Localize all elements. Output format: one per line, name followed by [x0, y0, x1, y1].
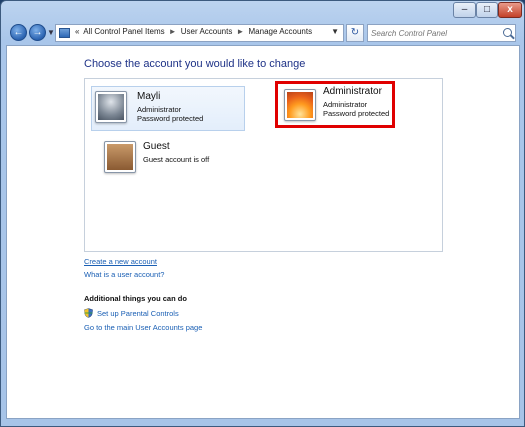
- page-title: Choose the account you would like to cha…: [84, 58, 306, 70]
- navigation-bar: ← → ▼ « All Control Panel Items ► User Ac…: [1, 22, 524, 44]
- search-icon[interactable]: [503, 28, 512, 37]
- parental-controls-link[interactable]: Set up Parental Controls: [97, 309, 179, 318]
- search-box[interactable]: [367, 24, 516, 42]
- account-administrator[interactable]: Administrator Administrator Password pro…: [275, 81, 395, 128]
- account-mayli[interactable]: Mayli Administrator Password protected: [91, 86, 245, 131]
- breadcrumb-user-accounts[interactable]: User Accounts: [181, 27, 233, 36]
- what-is-user-account-link[interactable]: What is a user account?: [84, 270, 164, 279]
- breadcrumb-separator[interactable]: ►: [236, 27, 244, 36]
- robot-figure-icon: [98, 94, 124, 120]
- close-button[interactable]: x: [498, 2, 522, 18]
- address-bar[interactable]: « All Control Panel Items ► User Accounts…: [55, 24, 344, 42]
- search-input[interactable]: [371, 27, 499, 39]
- account-name: Guest: [143, 141, 170, 152]
- breadcrumb-all-control-panel-items[interactable]: All Control Panel Items: [83, 27, 164, 36]
- back-button[interactable]: ←: [10, 24, 27, 41]
- account-picture: [95, 91, 127, 123]
- maximize-button[interactable]: □: [476, 2, 498, 18]
- additional-tasks-heading: Additional things you can do: [84, 294, 187, 303]
- content-pane: Choose the account you would like to cha…: [6, 45, 520, 419]
- account-picture: [284, 89, 316, 121]
- breadcrumb-manage-accounts[interactable]: Manage Accounts: [249, 27, 313, 36]
- shield-icon: [84, 308, 93, 318]
- account-status: Password protected: [323, 109, 390, 118]
- control-panel-window: – □ x ← → ▼ « All Control Panel Items ► U…: [0, 0, 525, 427]
- refresh-button[interactable]: ↻: [346, 24, 364, 42]
- breadcrumb-overflow[interactable]: «: [75, 27, 79, 36]
- account-type: Guest account is off: [143, 155, 210, 164]
- control-panel-icon: [59, 28, 70, 38]
- title-bar: – □ x: [1, 1, 524, 21]
- breadcrumb-separator[interactable]: ►: [169, 27, 177, 36]
- account-status: Password protected: [137, 114, 204, 123]
- account-name: Administrator: [323, 86, 382, 97]
- account-type: Administrator: [137, 105, 182, 114]
- create-account-link[interactable]: Create a new account: [84, 257, 157, 266]
- account-guest[interactable]: Guest Guest account is off: [91, 137, 245, 177]
- minimize-button[interactable]: –: [453, 2, 476, 18]
- orange-flower-icon: [287, 92, 313, 118]
- breadcrumb: « All Control Panel Items ► User Accounts…: [75, 27, 314, 36]
- recent-pages-dropdown[interactable]: ▼: [47, 28, 55, 37]
- account-name: Mayli: [137, 91, 161, 102]
- main-user-accounts-link[interactable]: Go to the main User Accounts page: [84, 323, 202, 332]
- forward-button[interactable]: →: [29, 24, 46, 41]
- accounts-panel: Mayli Administrator Password protected A…: [84, 78, 443, 252]
- account-picture: [104, 141, 136, 173]
- address-dropdown[interactable]: ▼: [331, 27, 339, 36]
- account-type: Administrator: [323, 100, 368, 109]
- briefcase-icon: [107, 144, 133, 170]
